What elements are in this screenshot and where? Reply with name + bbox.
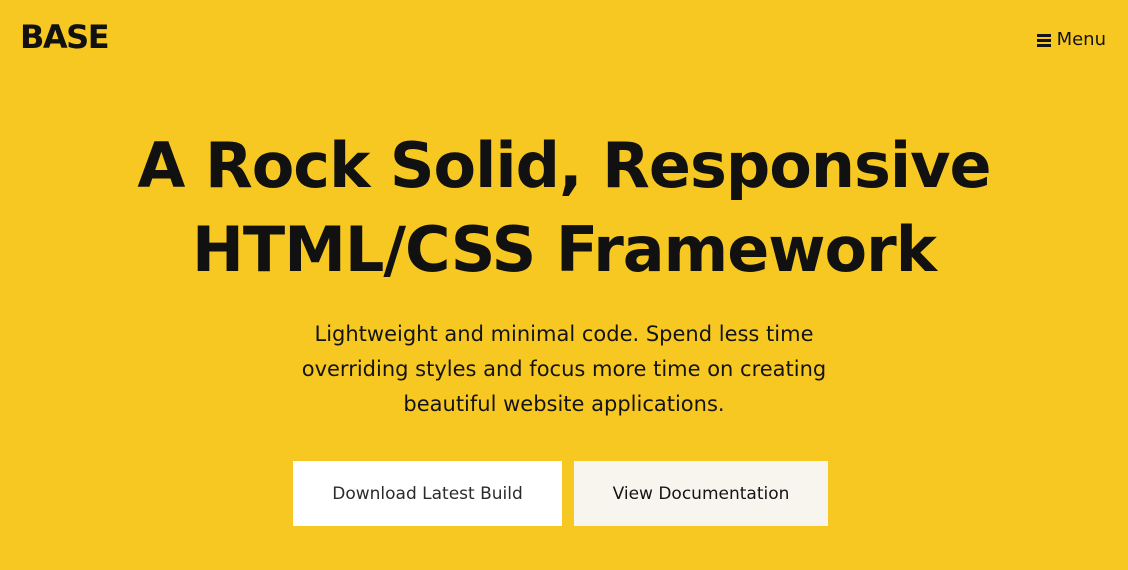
hero-title-line-2: HTML/CSS Framework — [192, 213, 937, 286]
menu-button[interactable]: Menu — [1036, 29, 1106, 50]
hero-title-line-1: A Rock Solid, Responsive — [137, 129, 991, 202]
download-latest-build-button[interactable]: Download Latest Build — [293, 461, 562, 526]
hero-subtitle-line-1: Lightweight and minimal code. Spend less… — [314, 322, 814, 346]
hamburger-icon — [1036, 33, 1051, 47]
view-documentation-button[interactable]: View Documentation — [574, 461, 828, 526]
site-header: BASE Menu — [0, 0, 1128, 80]
menu-label: Menu — [1056, 29, 1106, 50]
logo[interactable]: BASE — [20, 18, 110, 56]
hero-subtitle: Lightweight and minimal code. Spend less… — [264, 317, 864, 422]
hero-subtitle-line-2: overriding styles and focus more time on… — [301, 357, 827, 381]
hero-subtitle-line-3: beautiful website applications. — [403, 392, 725, 416]
hero-title: A Rock Solid, Responsive HTML/CSS Framew… — [0, 124, 1128, 292]
